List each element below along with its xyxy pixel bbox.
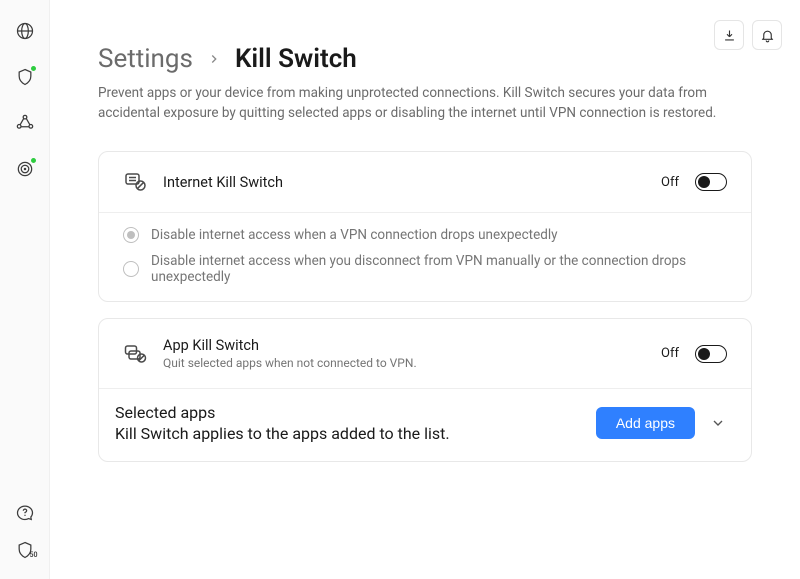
internet-ks-option-1[interactable]: Disable internet access when a VPN conne… (123, 227, 727, 243)
selected-apps-title: Selected apps (115, 403, 450, 422)
help-icon[interactable] (14, 501, 36, 523)
globe-icon[interactable] (14, 20, 36, 42)
internet-kill-switch-icon (123, 170, 147, 194)
chevron-right-icon (207, 52, 221, 66)
radio-label: Disable internet access when a VPN conne… (151, 227, 558, 243)
shield-count-badge: 50 (30, 551, 38, 559)
selected-apps-desc: Kill Switch applies to the apps added to… (115, 424, 450, 443)
internet-ks-options: Disable internet access when a VPN conne… (99, 213, 751, 301)
breadcrumb: Settings Kill Switch (98, 44, 752, 74)
card-header: App Kill Switch Quit selected apps when … (99, 319, 751, 388)
chevron-down-icon[interactable] (709, 415, 727, 431)
card-header: Internet Kill Switch Off (99, 152, 751, 212)
page-title: Kill Switch (235, 44, 357, 74)
radio-label: Disable internet access when you disconn… (151, 253, 727, 285)
card-desc: Quit selected apps when not connected to… (163, 356, 417, 370)
top-actions (714, 20, 782, 50)
internet-kill-switch-card: Internet Kill Switch Off Disable interne… (98, 151, 752, 302)
internet-ks-option-2[interactable]: Disable internet access when you disconn… (123, 253, 727, 285)
toggle-state-label: Off (661, 175, 679, 190)
app-window: 50 Settings Kill Switch Prevent apps or … (0, 0, 800, 579)
internet-kill-switch-toggle[interactable] (695, 173, 727, 191)
app-kill-switch-icon (123, 342, 147, 366)
app-kill-switch-card: App Kill Switch Quit selected apps when … (98, 318, 752, 462)
breadcrumb-parent[interactable]: Settings (98, 44, 193, 74)
sidebar: 50 (0, 0, 50, 579)
shield-icon[interactable] (14, 66, 36, 88)
selected-apps-row: Selected apps Kill Switch applies to the… (99, 388, 751, 461)
radio-icon (123, 261, 139, 277)
card-title: Internet Kill Switch (163, 174, 283, 191)
status-dot-icon (30, 157, 37, 164)
radio-icon (123, 227, 139, 243)
card-title: App Kill Switch (163, 337, 417, 354)
shield-count-icon[interactable]: 50 (14, 539, 36, 561)
download-button[interactable] (714, 20, 744, 50)
app-kill-switch-toggle[interactable] (695, 345, 727, 363)
toggle-state-label: Off (661, 346, 679, 361)
add-apps-button[interactable]: Add apps (596, 407, 695, 439)
page-subtitle: Prevent apps or your device from making … (98, 84, 738, 123)
mesh-icon[interactable] (14, 112, 36, 134)
target-icon[interactable] (14, 158, 36, 180)
main-content: Settings Kill Switch Prevent apps or you… (50, 0, 800, 579)
status-dot-icon (30, 65, 37, 72)
bell-button[interactable] (752, 20, 782, 50)
